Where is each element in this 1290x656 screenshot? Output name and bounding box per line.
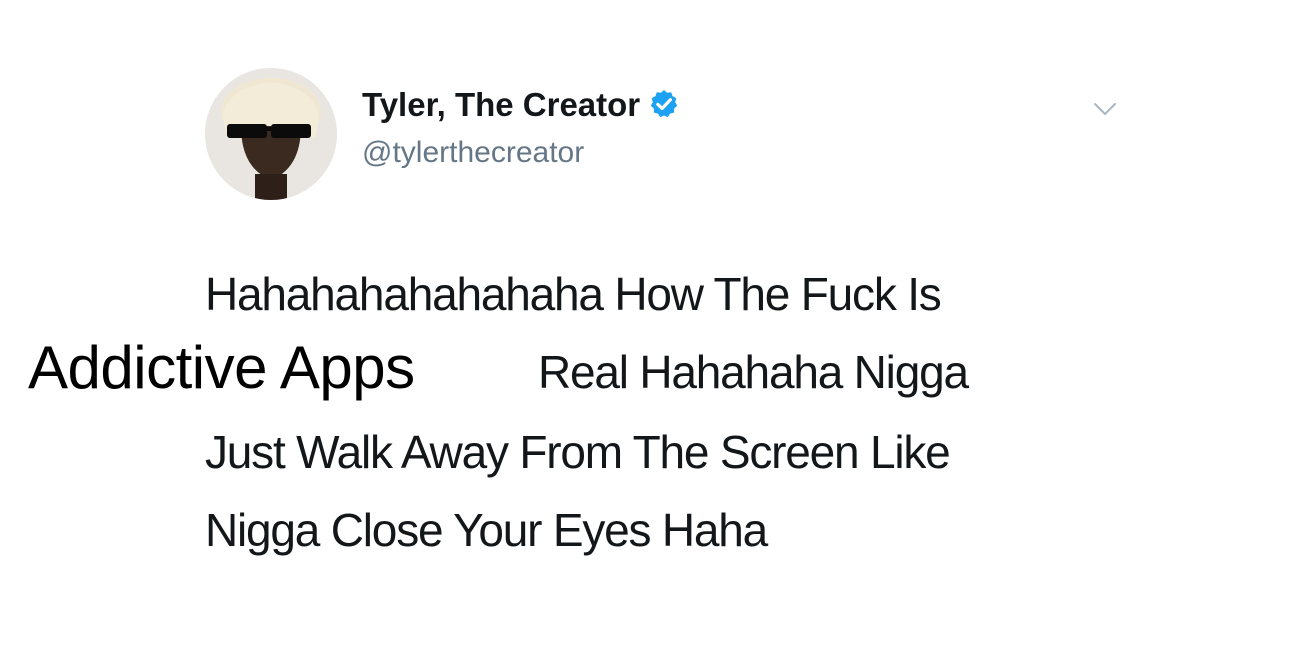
chevron-down-icon[interactable] <box>1090 97 1120 121</box>
tweet-text-line-2: Real Hahahaha Nigga <box>538 346 969 398</box>
author-name-text: Tyler, The Creator <box>362 86 641 123</box>
overlay-caption: Addictive Apps <box>28 334 415 401</box>
verified-badge-icon <box>648 88 680 120</box>
avatar-image <box>205 68 337 200</box>
author-handle[interactable]: @tylerthecreator <box>362 135 584 171</box>
author-name[interactable]: Tyler, The Creator <box>362 86 680 124</box>
avatar[interactable] <box>205 68 337 200</box>
tweet-text-line-4: Nigga Close Your Eyes Haha <box>205 504 768 556</box>
tweet-text-line-3: Just Walk Away From The Screen Like <box>205 426 951 478</box>
tweet-screenshot: Tyler, The Creator @tylerthecreator Haha… <box>0 0 1290 656</box>
tweet-text-line-1: Hahahahahahahaha How The Fuck Is <box>205 268 942 320</box>
